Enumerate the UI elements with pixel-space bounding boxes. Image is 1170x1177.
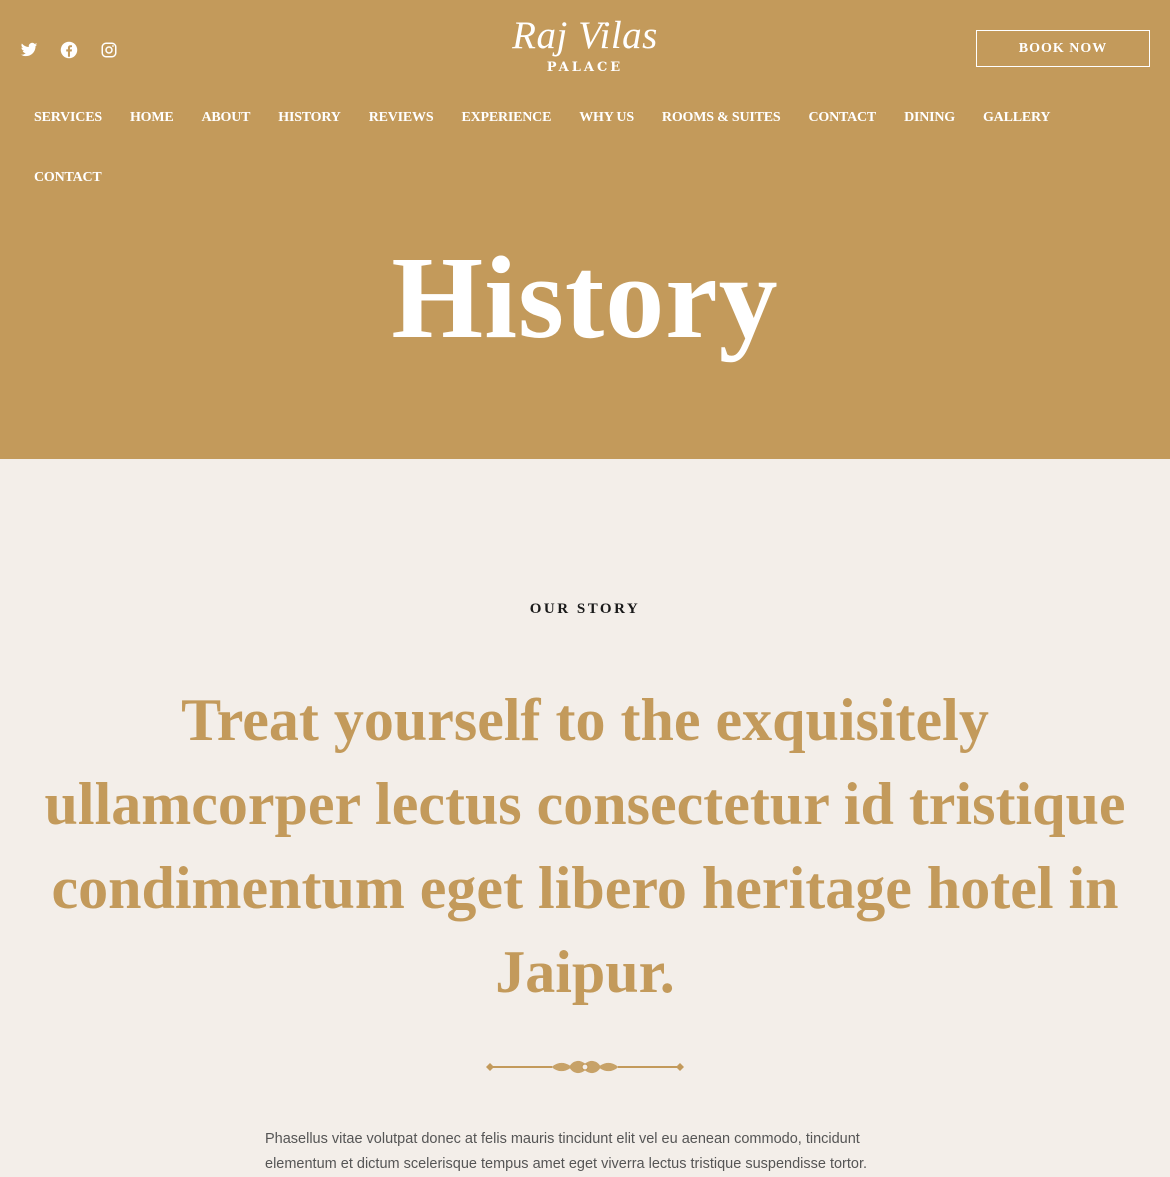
nav-item-experience[interactable]: EXPERIENCE — [461, 108, 551, 127]
section-headline: Treat yourself to the exquisitely ullamc… — [44, 687, 1126, 1005]
nav-item-why-us[interactable]: WHY US — [579, 108, 634, 127]
nav-item-home[interactable]: HOME — [130, 108, 174, 127]
nav-item-contact-2[interactable]: CONTACT — [34, 168, 102, 187]
nav-item-services[interactable]: SERVICES — [34, 108, 102, 127]
hero-section: Raj Vilas PALACE BOOK NOW SERVICES HOME … — [0, 0, 1170, 459]
nav-item-contact[interactable]: CONTACT — [808, 108, 876, 127]
section-eyebrow: OUR STORY — [529, 601, 641, 617]
nav-item-history[interactable]: HISTORY — [278, 108, 341, 127]
nav-item-gallery[interactable]: GALLERY — [983, 108, 1051, 127]
page-title: History — [391, 232, 779, 363]
nav-item-rooms-suites[interactable]: ROOMS & SUITES — [662, 108, 781, 127]
nav-item-dining[interactable]: DINING — [904, 108, 955, 127]
book-now-button[interactable]: BOOK NOW — [976, 30, 1150, 67]
nav-item-about[interactable]: ABOUT — [201, 108, 250, 127]
nav-item-reviews[interactable]: REVIEWS — [369, 108, 434, 127]
ornament-divider-icon — [486, 1060, 684, 1074]
main-nav: SERVICES HOME ABOUT HISTORY REVIEWS EXPE… — [34, 108, 1144, 187]
